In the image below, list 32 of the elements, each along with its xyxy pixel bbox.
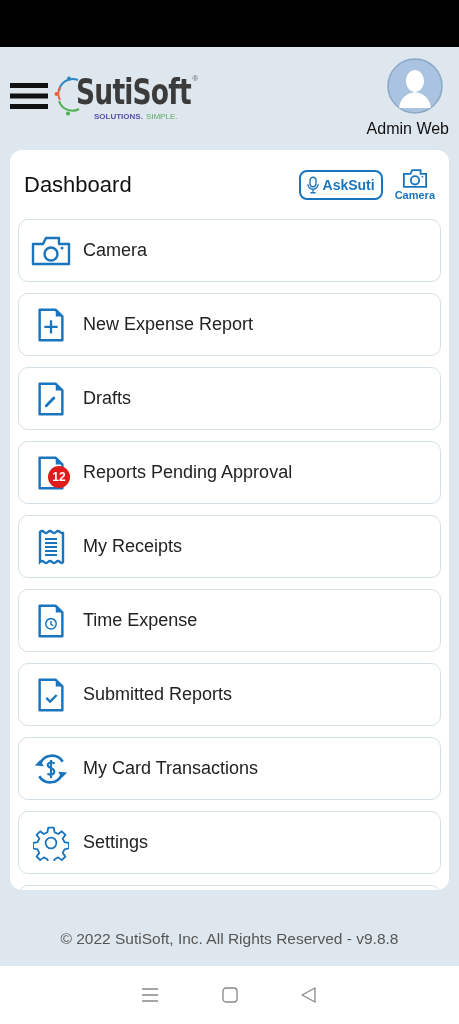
menu-item[interactable]: Settings (18, 811, 441, 874)
menu-item[interactable]: New Expense Report (18, 293, 441, 356)
clock-document-icon (36, 602, 66, 639)
menu-item[interactable]: Time Expense (18, 589, 441, 652)
dashboard-title: Dashboard (24, 171, 132, 198)
logo-wordmark: SutiSoft (76, 71, 191, 112)
camera-icon (401, 168, 428, 189)
menu-icon[interactable] (10, 83, 48, 109)
receipt-icon (36, 528, 66, 565)
recent-apps-icon[interactable] (141, 987, 160, 1003)
home-icon[interactable] (220, 987, 239, 1003)
menu-item[interactable]: Drafts (18, 367, 441, 430)
add-document-icon (36, 306, 66, 343)
check-document-icon (36, 676, 66, 713)
camera-icon (31, 235, 71, 266)
back-icon[interactable] (299, 987, 318, 1003)
logo-tagline: SIMPLE. (145, 111, 178, 121)
microphone-icon (306, 175, 319, 194)
menu-item[interactable]: My Receipts (18, 515, 441, 578)
menu-item[interactable]: My Card Transactions (18, 737, 441, 800)
settings-icon (33, 824, 69, 861)
ask-button[interactable]: AskSuti (298, 169, 383, 200)
menu-item[interactable]: Submitted Reports (18, 663, 441, 726)
menu-item[interactable]: Camera (18, 219, 441, 282)
user-name: Admin Web (366, 120, 449, 138)
camera-button[interactable]: Camera (394, 168, 435, 201)
copyright-text: © 2022 SutiSoft, Inc. All Rights Reserved - v9.8.8 (59, 930, 400, 949)
avatar-icon[interactable] (387, 58, 443, 114)
registered-mark: ® (192, 73, 199, 83)
logo-tagline: SOLUTIONS. (94, 111, 143, 121)
menu-item[interactable]: 12 Reports Pending Approval (18, 441, 441, 504)
edit-document-icon (36, 380, 66, 417)
